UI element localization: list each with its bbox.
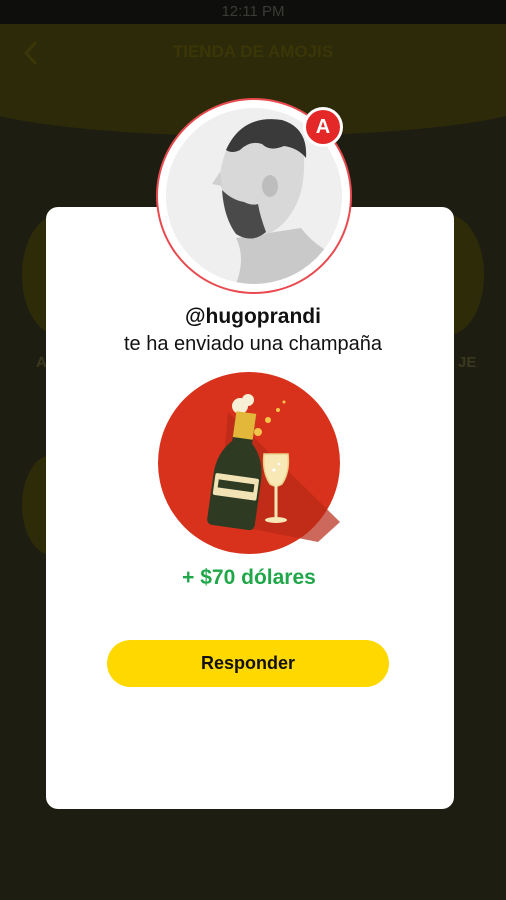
reply-button[interactable]: Responder	[107, 640, 389, 687]
background-label-right: JE	[458, 354, 477, 371]
gift-message: te ha enviado una champaña	[124, 333, 382, 355]
sender-username: @hugoprandi	[185, 305, 321, 328]
avatar-badge: A	[306, 110, 340, 144]
status-time: 12:11 PM	[221, 3, 285, 20]
header-title: TIENDA DE AMOJIS	[172, 42, 334, 61]
screen: 12:11 PM TIENDA DE AMOJIS A JE A @hugopr…	[0, 0, 506, 900]
champagne-icon	[158, 372, 340, 554]
gift-amount: + $70 dólares	[182, 566, 316, 589]
status-bar: 12:11 PM	[0, 0, 506, 24]
